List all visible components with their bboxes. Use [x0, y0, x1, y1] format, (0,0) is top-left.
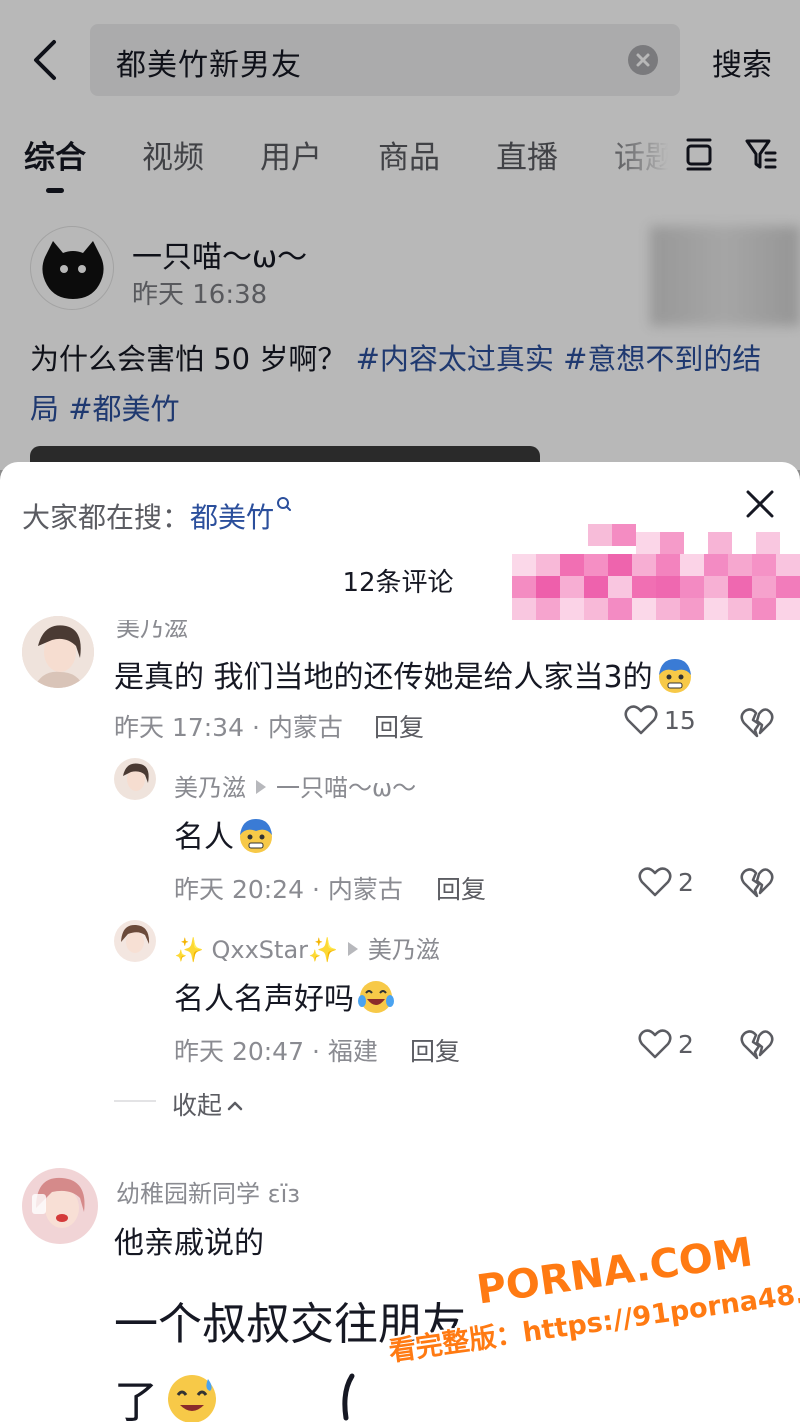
tab-fade: [600, 128, 680, 188]
cursor-mark-icon: [342, 1373, 355, 1421]
broken-heart-icon[interactable]: [740, 866, 774, 900]
tab-comprehensive[interactable]: 综合: [24, 132, 86, 177]
commenter-avatar[interactable]: [22, 1168, 98, 1244]
comment-text-content: 名人名声好吗: [174, 982, 354, 1017]
laughing-crying-emoji-icon: [358, 981, 394, 1013]
like-count: 2: [678, 868, 694, 897]
comment-time-location: 昨天 20:47 · 福建: [174, 1037, 378, 1066]
heart-icon: [638, 1029, 672, 1059]
user-photo-icon: [114, 920, 156, 962]
comment-text: 他亲戚说的: [114, 1226, 264, 1261]
tab-products[interactable]: 商品: [378, 132, 440, 177]
comment-text: 是真的 我们当地的还传她是给人家当3的: [114, 652, 695, 696]
comment-count-text: 12条评论: [342, 568, 454, 598]
trending-keyword[interactable]: 都美竹: [190, 501, 274, 534]
comment-image-text-line: 了: [114, 1366, 220, 1422]
commenter-username[interactable]: 美乃滋: [116, 620, 188, 643]
heart-icon: [638, 867, 672, 897]
post-caption-text: 为什么会害怕 50 岁啊？: [30, 342, 347, 376]
layout-toggle-icon[interactable]: [684, 136, 714, 172]
post-caption: 为什么会害怕 50 岁啊？ #内容太过真实 #意想不到的结局 #都美竹: [30, 334, 770, 434]
post-author-name[interactable]: 一只喵～ω～: [132, 232, 307, 276]
comment-text-content: 名人: [174, 820, 234, 855]
commenter-username[interactable]: ✨ QxxStar✨: [174, 936, 338, 964]
user-photo-icon: [22, 1168, 98, 1244]
like-count: 15: [664, 706, 696, 735]
commenter-username[interactable]: 幼稚园新同学 εïз: [116, 1174, 300, 1209]
commenter-avatar[interactable]: [114, 758, 156, 800]
tab-live[interactable]: 直播: [496, 132, 558, 177]
like-button[interactable]: 2: [638, 1028, 718, 1064]
reply-arrow-icon: [347, 942, 358, 956]
cold-face-emoji-icon: [240, 819, 272, 853]
post-time: 昨天 16:38: [132, 280, 268, 310]
user-photo-icon: [22, 616, 94, 688]
search-query-text: 都美竹新男友: [116, 48, 302, 83]
search-icon: [277, 497, 292, 511]
tab-videos[interactable]: 视频: [142, 132, 204, 177]
like-button[interactable]: 2: [638, 866, 718, 902]
commenter-avatar[interactable]: [114, 920, 156, 962]
clear-icon[interactable]: [628, 45, 658, 75]
broken-heart-icon[interactable]: [740, 706, 774, 740]
close-icon[interactable]: [744, 488, 776, 520]
cat-avatar-icon: [42, 241, 104, 299]
reply-button[interactable]: 回复: [410, 1032, 460, 1068]
reply-button[interactable]: 回复: [374, 708, 424, 744]
replied-to-username[interactable]: 一只喵～ω～: [276, 774, 416, 802]
like-count: 2: [678, 1030, 694, 1059]
pixelated-censor-block: [512, 524, 800, 620]
post-author-avatar[interactable]: [30, 226, 114, 310]
comment-time-location: 昨天 17:34 · 内蒙古: [114, 713, 343, 742]
hashtag-link[interactable]: #内容太过真实: [356, 342, 554, 376]
comment-text: 名人: [174, 812, 276, 856]
trending-prefix: 大家都在搜：: [22, 501, 191, 534]
comment-text: 名人名声好吗: [174, 974, 396, 1018]
search-button[interactable]: 搜索: [712, 40, 772, 84]
back-arrow-icon[interactable]: [28, 38, 64, 82]
filter-icon[interactable]: [744, 136, 778, 172]
reply-username-line: ✨ QxxStar✨ 美乃滋: [174, 930, 440, 965]
search-input[interactable]: 都美竹新男友: [90, 24, 680, 96]
heart-icon: [624, 705, 658, 735]
like-button[interactable]: 15: [624, 704, 704, 740]
reply-button[interactable]: 回复: [436, 870, 486, 906]
sweat-smile-emoji-icon: [168, 1375, 216, 1422]
trending-search-bar[interactable]: 大家都在搜：都美竹: [22, 496, 292, 536]
commenter-avatar[interactable]: [22, 616, 94, 688]
tab-users[interactable]: 用户: [260, 132, 322, 177]
comment-text-content: 是真的 我们当地的还传她是给人家当3的: [114, 660, 653, 695]
blurred-follow-area: [650, 226, 800, 326]
reply-arrow-icon: [256, 780, 266, 794]
commenter-username[interactable]: 美乃滋: [174, 774, 246, 802]
chevron-up-icon: [227, 1101, 243, 1111]
collapse-label: 收起: [172, 1091, 223, 1120]
hashtag-link[interactable]: #都美竹: [68, 392, 179, 426]
comment-time-location: 昨天 20:24 · 内蒙古: [174, 875, 403, 904]
active-tab-indicator: [46, 188, 64, 193]
replied-to-username[interactable]: 美乃滋: [368, 936, 440, 964]
cold-face-emoji-icon: [658, 659, 691, 693]
collapse-replies-button[interactable]: 收起: [172, 1086, 244, 1122]
search-tabs: 综合 视频 用户 商品 直播 话题: [0, 128, 800, 193]
reply-username-line: 美乃滋 一只喵～ω～: [174, 768, 416, 803]
user-photo-icon: [114, 758, 156, 800]
broken-heart-icon[interactable]: [740, 1028, 774, 1062]
search-results-page: 都美竹新男友 搜索 综合 视频 用户 商品 直播 话题: [0, 0, 800, 476]
comment-image-text-content: 了: [114, 1377, 158, 1422]
collapse-divider: [114, 1100, 156, 1102]
